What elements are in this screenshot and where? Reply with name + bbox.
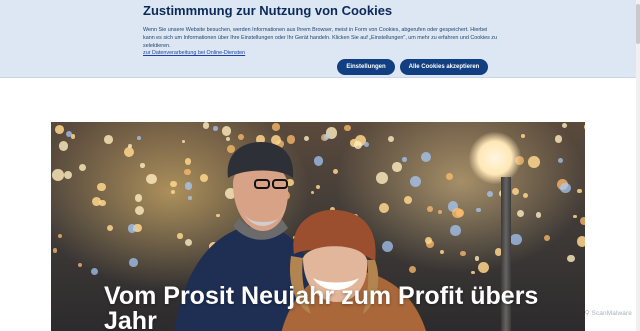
bokeh-light [78,163,87,172]
bokeh-light [134,194,142,202]
bokeh-light [528,156,540,169]
bokeh-light [449,224,461,236]
bokeh-light [137,136,141,140]
bokeh-light [146,173,157,185]
cookie-banner-title: Zustimmmung zur Nutzung von Cookies [143,3,393,18]
bokeh-light [51,169,64,181]
bokeh-light [487,191,494,197]
bokeh-light [521,134,526,139]
cookie-banner-text: Wenn Sie unsere Website besuchen, werden… [143,27,498,49]
bokeh-light [65,131,72,138]
bokeh-light [561,123,568,129]
bokeh-light [99,199,106,207]
bokeh-light [97,182,106,192]
street-lamp [469,132,521,184]
bokeh-light [437,210,442,215]
bokeh-light [440,249,445,254]
bokeh-light [421,152,432,163]
bokeh-light [523,192,529,198]
bokeh-light [402,156,407,162]
bokeh-light [474,256,479,261]
bokeh-light [460,250,466,257]
bokeh-light [477,261,490,274]
bokeh-light [579,217,585,226]
bokeh-light [363,141,370,148]
bokeh-light [512,188,520,196]
bokeh-light [77,262,83,268]
bokeh-light [409,175,421,187]
bokeh-light [456,209,464,217]
bokeh-light [516,210,524,218]
bokeh-light [57,233,62,239]
bokeh-light [272,123,280,131]
bokeh-light [58,141,69,151]
hero-image: Vom Prosit Neujahr zum Profit übers Jahr [51,122,585,331]
bokeh-light [471,270,475,275]
bokeh-light [140,163,145,168]
page-scrollbar[interactable] [636,0,640,331]
bokeh-light [557,158,563,164]
bokeh-light [52,248,58,253]
bokeh-light [213,126,219,132]
bokeh-light [353,140,362,149]
hero-title: Vom Prosit Neujahr zum Profit übers Jahr [104,282,539,331]
bokeh-light [387,135,394,142]
bokeh-light [127,224,136,233]
bokeh-light [221,126,232,136]
bokeh-light [510,234,522,246]
bokeh-light [573,215,577,219]
bokeh-light [135,206,145,216]
bokeh-light [106,225,113,232]
bokeh-light [576,236,585,247]
bokeh-light [104,135,113,144]
bokeh-light [344,124,352,132]
bokeh-light [560,182,571,194]
bokeh-light [584,124,585,130]
cookie-consent-banner: Zustimmmung zur Nutzung von Cookies Wenn… [0,0,636,78]
bokeh-light [392,162,402,172]
bokeh-light [55,124,64,134]
bokeh-light [567,254,575,263]
bokeh-light [202,122,210,129]
bokeh-light [332,169,338,175]
accept-all-cookies-button[interactable]: Alle Cookies akzeptieren [400,59,488,75]
bokeh-light [127,144,132,148]
bokeh-light [554,135,563,144]
bokeh-light [445,172,453,180]
bokeh-light [63,170,72,179]
bokeh-light [476,207,481,213]
data-processing-link[interactable]: zur Datenverarbeitung bei Online-Dienste… [143,50,245,56]
scanmalware-watermark: ⚲ ScanMalware [584,310,632,317]
bokeh-light [376,172,388,184]
bokeh-light [577,188,582,194]
settings-button[interactable]: Einstellungen [337,59,395,75]
bokeh-light [123,146,135,157]
scrollbar-thumb[interactable] [636,4,640,44]
bokeh-light [543,235,550,242]
bokeh-light [91,267,99,275]
bokeh-light [535,211,542,218]
bokeh-light [129,258,138,268]
